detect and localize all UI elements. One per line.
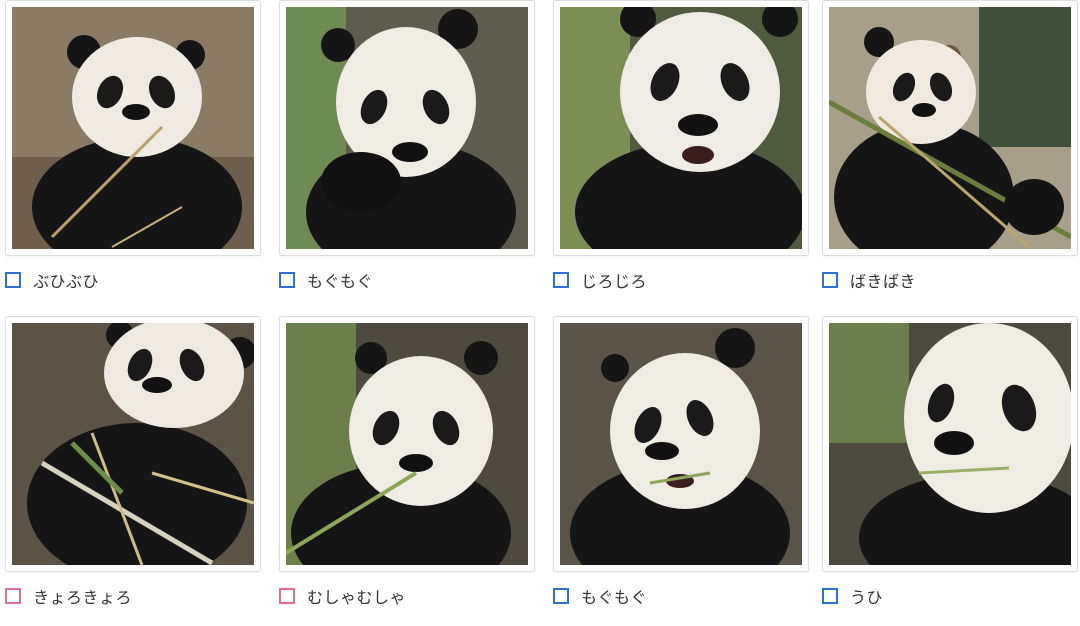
photo-card: ばきばき [822,0,1078,310]
panda-photo[interactable] [286,7,528,249]
caption: もぐもぐ [553,584,647,608]
photo-card: もぐもぐ [553,316,809,626]
select-checkbox[interactable] [822,588,838,604]
photo-frame[interactable] [279,0,535,256]
caption: もぐもぐ [279,268,373,292]
select-checkbox[interactable] [822,272,838,288]
photo-frame[interactable] [5,316,261,572]
photo-label: むしゃむしゃ [307,588,407,607]
caption: ばきばき [822,268,916,292]
photo-label: もぐもぐ [307,272,374,291]
select-checkbox[interactable] [279,272,295,288]
panda-photo[interactable] [12,7,254,249]
photo-label: ばきばき [850,272,917,291]
select-checkbox[interactable] [553,588,569,604]
select-checkbox[interactable] [279,588,295,604]
photo-frame[interactable] [553,316,809,572]
caption: じろじろ [553,268,647,292]
panda-photo[interactable] [12,323,254,565]
panda-photo-grid: ぶひぶひ もぐもぐ じろじろ ばきばき きょろきょろ むしゃむしゃ もぐもぐ う… [0,0,1080,625]
photo-label: うひ [850,588,884,607]
photo-frame[interactable] [553,0,809,256]
photo-label: きょろきょろ [33,588,133,607]
photo-frame[interactable] [822,0,1078,256]
photo-card: じろじろ [553,0,809,310]
photo-label: もぐもぐ [581,588,648,607]
photo-frame[interactable] [279,316,535,572]
photo-label: じろじろ [581,272,648,291]
photo-card: ぶひぶひ [5,0,261,310]
photo-card: きょろきょろ [5,316,261,626]
panda-photo[interactable] [829,7,1071,249]
select-checkbox[interactable] [553,272,569,288]
photo-frame[interactable] [5,0,261,256]
photo-card: むしゃむしゃ [279,316,535,626]
panda-photo[interactable] [560,7,802,249]
photo-frame[interactable] [822,316,1078,572]
caption: うひ [822,584,883,608]
photo-card: うひ [822,316,1078,626]
select-checkbox[interactable] [5,588,21,604]
panda-photo[interactable] [829,323,1071,565]
panda-photo[interactable] [560,323,802,565]
caption: むしゃむしゃ [279,584,406,608]
select-checkbox[interactable] [5,272,21,288]
panda-photo[interactable] [286,323,528,565]
caption: ぶひぶひ [5,268,99,292]
caption: きょろきょろ [5,584,132,608]
photo-label: ぶひぶひ [33,272,100,291]
photo-card: もぐもぐ [279,0,535,310]
